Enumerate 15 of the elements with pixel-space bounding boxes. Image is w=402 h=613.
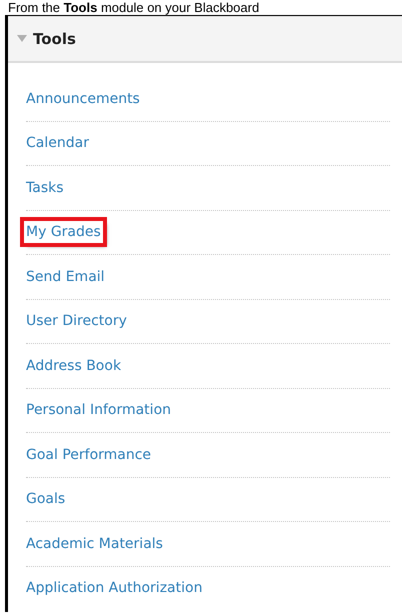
collapse-triangle-icon[interactable] — [17, 35, 27, 43]
tool-link[interactable]: Announcements — [24, 88, 142, 110]
tool-link[interactable]: Personal Information — [24, 399, 174, 422]
tool-link[interactable]: Tasks — [24, 176, 66, 199]
tool-link[interactable]: User Directory — [24, 310, 129, 332]
module-title: Tools — [33, 30, 76, 48]
tool-link[interactable]: Application Authorization — [24, 577, 204, 600]
tool-link[interactable]: Academic Materials — [24, 532, 165, 555]
tool-link[interactable]: Goals — [24, 488, 68, 510]
module-header[interactable]: Tools — [8, 16, 402, 63]
caption-text: From the Tools module on your Blackboard — [7, 0, 260, 15]
tool-link[interactable]: Calendar — [24, 132, 91, 154]
tool-link[interactable]: Send Email — [24, 266, 107, 288]
tool-link[interactable]: Goal Performance — [24, 444, 154, 466]
tool-link[interactable]: Address Book — [24, 354, 124, 377]
